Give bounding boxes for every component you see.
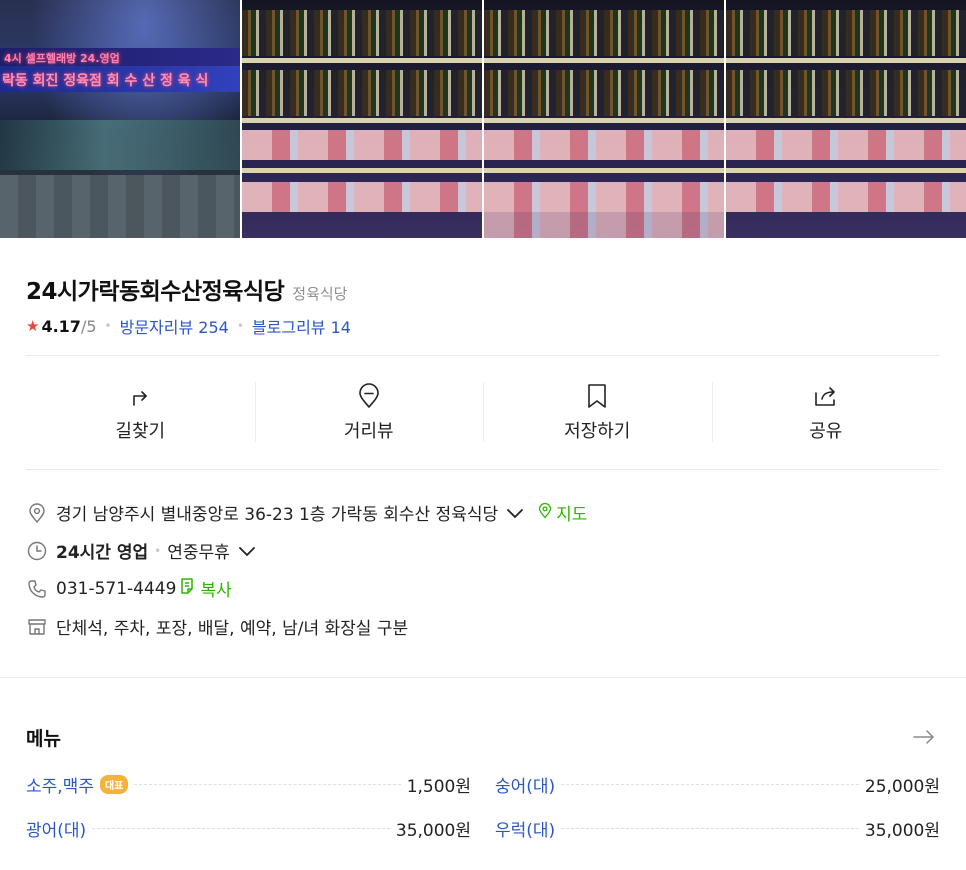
section-divider [0, 677, 966, 678]
meat-tray-row [242, 182, 482, 212]
meat-tray-row [242, 130, 482, 160]
menu-item[interactable]: 우럭(대) 35,000원 [495, 816, 940, 841]
copy-label: 복사 [200, 581, 232, 601]
street-view-button[interactable]: 거리뷰 [254, 356, 484, 469]
representative-badge: 대표 [99, 775, 129, 794]
shelf [726, 168, 966, 173]
dotted-leader [134, 784, 401, 785]
shelf [726, 58, 966, 63]
bottle-row [726, 70, 966, 116]
place-category: 정육식당 [292, 285, 348, 303]
rating-score: 4.17 [41, 316, 81, 336]
bottle-row [242, 70, 482, 116]
menu-item-price: 35,000원 [395, 821, 471, 841]
phone-number[interactable]: 031-571-4449 [56, 579, 176, 599]
copy-button[interactable]: 복사 [180, 576, 232, 601]
divider [26, 469, 940, 470]
directions-icon [127, 383, 153, 409]
liquor-shelf-photo[interactable] [242, 0, 482, 238]
menu-item-price: 25,000원 [864, 777, 940, 797]
storefront-floor [0, 175, 240, 238]
storefront-window [0, 120, 240, 170]
bookmark-icon [584, 383, 610, 409]
menu-section-title: 메뉴 [26, 728, 61, 750]
dotted-leader [561, 784, 859, 785]
menu-item[interactable]: 소주,맥주 대표 1,500원 [26, 772, 471, 797]
rating-row: ★ 4.17 /5 • 방문자리뷰 254 • 블로그리뷰 14 [26, 314, 351, 338]
street-view-label: 거리뷰 [343, 420, 394, 442]
amenities-row: 단체석, 주차, 포장, 배달, 예약, 남/녀 화장실 구분 [26, 614, 408, 639]
bottle-row [242, 10, 482, 56]
menu-item-price: 1,500원 [406, 777, 471, 797]
meat-tray-row [484, 182, 724, 212]
separator-dot: • [154, 543, 162, 558]
store-icon [26, 616, 48, 638]
address-text: 경기 남양주시 별내중앙로 36-23 1층 가락동 회수산 정육식당 [56, 505, 499, 525]
save-button[interactable]: 저장하기 [483, 356, 712, 469]
directions-label: 길찾기 [115, 420, 166, 442]
clock-icon [26, 540, 48, 562]
shelf [242, 168, 482, 173]
shelf [484, 168, 724, 173]
blog-reviews-link[interactable]: 블로그리뷰 14 [252, 314, 351, 338]
dotted-leader [561, 828, 859, 829]
meat-tray-row [726, 182, 966, 212]
share-label: 공유 [809, 420, 843, 442]
hours-text: 24시간 영업 [56, 543, 149, 563]
share-button[interactable]: 공유 [711, 356, 941, 469]
dotted-leader [92, 828, 390, 829]
shelf [484, 58, 724, 63]
hours-row: 24시간 영업 • 연중무휴 [26, 538, 256, 563]
bottle-row [484, 70, 724, 116]
meat-tray-row [484, 130, 724, 160]
chevron-down-icon[interactable] [506, 507, 524, 519]
separator-dot: • [104, 319, 112, 333]
chevron-down-icon[interactable] [238, 545, 256, 557]
address-row: 경기 남양주시 별내중앙로 36-23 1층 가락동 회수산 정육식당 지도 [26, 500, 587, 525]
sign-text-top: 4시 셀프헬래방 24.영업 [4, 52, 120, 65]
place-name: 24시가락동회수산정육식당 [26, 279, 285, 305]
menu-item-name: 광어(대) [26, 821, 87, 841]
shelf [242, 118, 482, 123]
menu-item-name: 숭어(대) [495, 777, 556, 797]
action-bar: 길찾기 거리뷰 저장하기 공유 [26, 356, 940, 469]
map-link[interactable]: 지도 [538, 500, 587, 525]
amenities-text: 단체석, 주차, 포장, 배달, 예약, 남/녀 화장실 구분 [56, 619, 409, 639]
meat-display-photo[interactable] [484, 0, 724, 238]
bottle-row [726, 10, 966, 56]
menu-item-price: 35,000원 [864, 821, 940, 841]
phone-row: 031-571-4449 복사 [26, 576, 232, 601]
save-label: 저장하기 [564, 420, 631, 442]
holiday-text: 연중무휴 [167, 543, 230, 563]
map-link-label: 지도 [556, 505, 588, 525]
menu-item-name: 우럭(대) [495, 821, 556, 841]
location-pin-icon [26, 502, 48, 524]
meat-tray-row [484, 212, 724, 238]
sign-text-main: 락동 회진 정육점 회 수 산 정 육 식 [2, 73, 209, 89]
meat-tray-row [726, 130, 966, 160]
star-icon: ★ [26, 317, 40, 335]
shelf [242, 58, 482, 63]
directions-button[interactable]: 길찾기 [26, 356, 255, 469]
phone-icon [26, 578, 48, 600]
share-icon [813, 383, 839, 409]
storefront-photo[interactable]: 4시 셀프헬래방 24.영업 락동 회진 정육점 회 수 산 정 육 식 [0, 0, 240, 238]
map-pin-icon [538, 502, 552, 524]
menu-item[interactable]: 숭어(대) 25,000원 [495, 772, 940, 797]
drinks-fridge-photo[interactable] [726, 0, 966, 238]
menu-item[interactable]: 광어(대) 35,000원 [26, 816, 471, 841]
rating-max: /5 [80, 316, 97, 336]
arrow-right-icon[interactable] [912, 727, 936, 747]
copy-icon [180, 577, 196, 600]
bottle-row [484, 10, 724, 56]
place-header: 24시가락동회수산정육식당 정육식당 [26, 272, 347, 306]
menu-item-name: 소주,맥주 [26, 777, 94, 797]
separator-dot: • [236, 319, 244, 333]
photo-strip: 4시 셀프헬래방 24.영업 락동 회진 정육점 회 수 산 정 육 식 [0, 0, 966, 238]
visitor-reviews-link[interactable]: 방문자리뷰 254 [120, 314, 229, 338]
shelf [484, 118, 724, 123]
street-view-icon [356, 382, 382, 409]
shelf [726, 118, 966, 123]
